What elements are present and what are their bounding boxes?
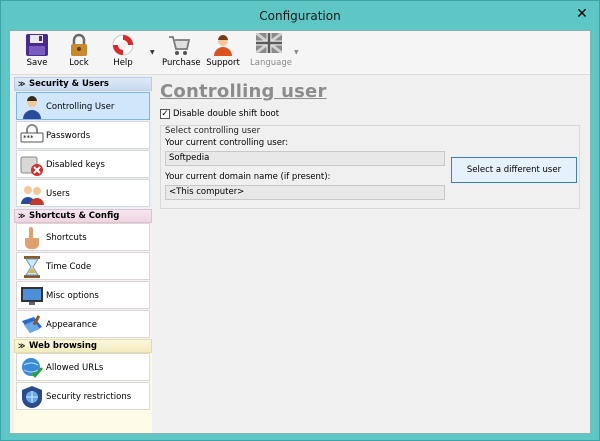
help-label: Help (113, 58, 133, 68)
uk-flag-icon (256, 33, 282, 53)
sidebar-item-security-restrictions[interactable]: Security restrictions (16, 382, 150, 410)
current-user-label: Your current controlling user: (165, 138, 289, 148)
sidebar-item-shortcuts[interactable]: Shortcuts (16, 223, 150, 251)
title-bar[interactable]: Configuration ✕ (1, 1, 599, 30)
sidebar-item-label: Appearance (46, 320, 98, 330)
sidebar-item-label: Controlling User (46, 102, 115, 112)
language-label: Language (250, 58, 292, 68)
sidebar-item-appearance[interactable]: Appearance (16, 310, 150, 338)
pointing-hand-icon (25, 227, 39, 249)
sidebar-item-label: Misc options (46, 291, 99, 301)
sidebar-item-controlling-user[interactable]: Controlling User (16, 92, 150, 120)
users-group-icon (21, 186, 44, 205)
category-label: Web browsing (29, 341, 97, 351)
category-label: Security & Users (29, 79, 109, 89)
shield-globe-icon (21, 386, 43, 409)
sidebar-item-misc-options[interactable]: Misc options (16, 281, 150, 309)
monitor-icon (21, 287, 43, 305)
sidebar-item-allowed-urls[interactable]: Allowed URLs (16, 353, 150, 381)
save-button[interactable]: Save (22, 33, 52, 73)
main-panel: Controlling user ✓ Disable double shift … (156, 77, 588, 433)
padlock-icon (71, 33, 87, 56)
support-button[interactable]: Support (206, 33, 240, 73)
disabled-key-icon (20, 156, 43, 176)
globe-check-icon (22, 358, 43, 378)
client-area: Save Lock Help ▼ Purchase Support Langua… (9, 30, 591, 434)
hourglass-icon (24, 256, 40, 278)
lock-label: Lock (69, 58, 89, 68)
paint-book-icon (22, 315, 42, 333)
language-dropdown-arrow[interactable]: ▼ (294, 49, 299, 56)
support-person-icon (214, 35, 232, 56)
toolbar: Save Lock Help ▼ Purchase Support Langua… (10, 31, 590, 75)
help-button[interactable]: Help (108, 33, 138, 73)
select-user-group: Select controlling user Your current con… (160, 125, 580, 209)
password-field-icon: *** (20, 124, 44, 143)
configuration-window: Configuration ✕ Save Lock Help ▼ Purchas… (0, 0, 600, 441)
sidebar-item-label: Passwords (46, 131, 91, 141)
sidebar-item-time-code[interactable]: Time Code (16, 252, 150, 280)
help-dropdown-arrow[interactable]: ▼ (150, 49, 155, 56)
sidebar-item-label: Shortcuts (46, 233, 87, 243)
sidebar-item-label: Security restrictions (46, 392, 132, 402)
collapse-icon: ≫ (18, 212, 26, 220)
sidebar-item-label: Users (46, 189, 70, 199)
page-title: Controlling user (160, 81, 327, 102)
purchase-label: Purchase (162, 58, 201, 68)
user-icon (23, 96, 41, 119)
sidebar-item-users[interactable]: Users (16, 179, 150, 207)
floppy-disk-icon (26, 34, 48, 56)
group-title: Select controlling user (165, 126, 261, 136)
lifebuoy-icon (112, 34, 134, 56)
svg-text:***: *** (23, 134, 34, 142)
save-label: Save (26, 58, 48, 68)
sidebar-item-disabled-keys[interactable]: Disabled keys (16, 150, 150, 178)
lock-button[interactable]: Lock (64, 33, 94, 73)
disable-shift-boot-label: Disable double shift boot (173, 109, 280, 119)
language-button[interactable]: Language (250, 33, 292, 73)
collapse-icon: ≫ (18, 80, 26, 88)
disable-shift-boot-checkbox[interactable]: ✓ (160, 109, 170, 119)
sidebar: ≫ Security & Users Controlling User *** … (14, 77, 152, 433)
window-title: Configuration (259, 9, 341, 23)
sidebar-item-passwords[interactable]: *** Passwords (16, 121, 150, 149)
category-web-browsing[interactable]: ≫ Web browsing (14, 339, 152, 353)
current-user-field[interactable]: Softpedia (165, 151, 445, 166)
domain-field[interactable]: <This computer> (165, 185, 445, 200)
sidebar-item-label: Allowed URLs (46, 363, 104, 373)
category-label: Shortcuts & Config (29, 211, 120, 221)
sidebar-item-label: Disabled keys (46, 160, 105, 170)
domain-label: Your current domain name (if present): (165, 172, 331, 182)
select-different-user-button[interactable]: Select a different user (451, 157, 577, 183)
collapse-icon: ≫ (18, 342, 26, 350)
shopping-cart-icon (169, 36, 191, 55)
category-shortcuts-config[interactable]: ≫ Shortcuts & Config (14, 209, 152, 223)
purchase-button[interactable]: Purchase (162, 33, 201, 73)
close-button[interactable]: ✕ (573, 6, 591, 23)
category-security-users[interactable]: ≫ Security & Users (14, 77, 152, 91)
sidebar-item-label: Time Code (46, 262, 92, 272)
support-label: Support (206, 58, 240, 68)
